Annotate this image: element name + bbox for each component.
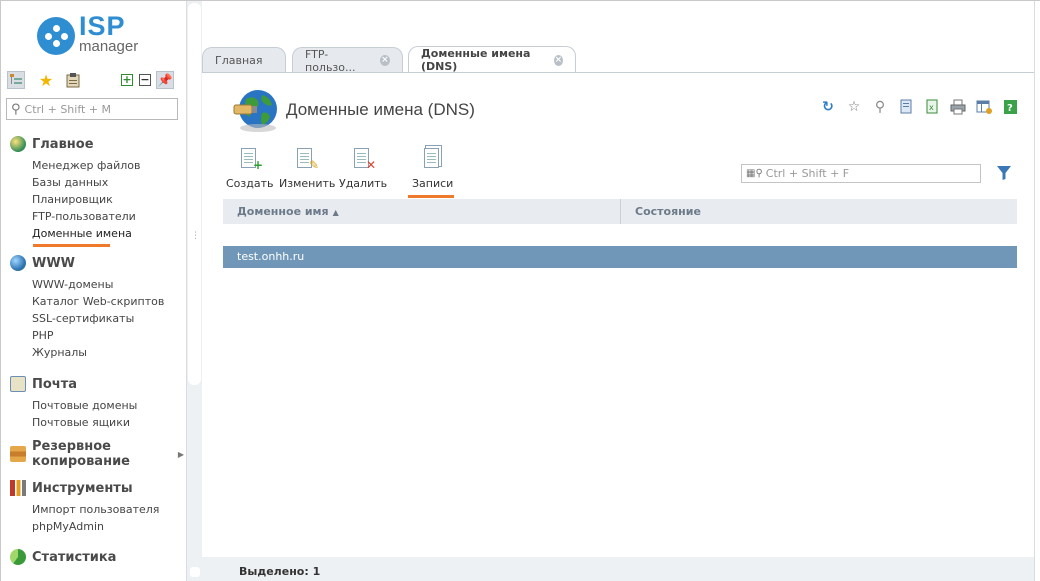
sidebar-item-php[interactable]: PHP [1, 327, 186, 344]
sidebar: ISP manager ★ + − 📌 ⚲ Главное [1, 1, 186, 581]
tab-ftp-users[interactable]: FTP-пользо... × [292, 47, 403, 74]
sidebar-menu: Главное Менеджер файлов Базы данных План… [1, 131, 186, 578]
filter-funnel-icon[interactable] [997, 165, 1011, 181]
svg-text:?: ? [1007, 103, 1013, 114]
create-button[interactable]: + Создать [226, 147, 274, 190]
delete-button[interactable]: ✕ Удалить [339, 147, 387, 190]
sidebar-item-phpmyadmin[interactable]: phpMyAdmin [1, 518, 186, 535]
close-icon[interactable]: × [379, 55, 390, 66]
domain-cell: test.onhh.ru [237, 250, 305, 263]
refresh-icon[interactable]: ↻ [820, 99, 836, 116]
tab-bar: Главная FTP-пользо... × Доменные имена (… [202, 46, 1035, 74]
tab-domain-names[interactable]: Доменные имена (DNS) × [408, 46, 576, 73]
menu-group-stats: Статистика [1, 544, 186, 570]
sidebar-item-domain-names[interactable]: Доменные имена [1, 225, 186, 247]
copy-icon[interactable] [898, 99, 914, 116]
page-toolbar: ↻ ☆ ⚲ x ? [820, 99, 1020, 117]
mail-icon [10, 376, 26, 392]
backup-icon [10, 446, 26, 462]
table-header: Доменное имя ▲ Состояние [223, 199, 1017, 224]
www-globe-icon [10, 255, 26, 271]
table-settings-icon[interactable] [976, 99, 992, 116]
page-title: Доменные имена (DNS) [286, 100, 475, 119]
search-icon: ⚲ [11, 101, 21, 117]
menu-group-tools: Инструменты Импорт пользователя phpMyAdm… [1, 475, 186, 535]
stats-icon [10, 549, 26, 565]
table-row[interactable]: test.onhh.ru [223, 246, 1017, 268]
main-content: Доменные имена (DNS) ↻ ☆ ⚲ x ? + Создать… [202, 73, 1034, 581]
menu-group-mail: Почта Почтовые домены Почтовые ящики [1, 371, 186, 431]
sidebar-search[interactable]: ⚲ [6, 98, 178, 120]
scrollbar-bottom[interactable] [190, 567, 200, 577]
menu-group-main: Главное Менеджер файлов Базы данных План… [1, 131, 186, 247]
sidebar-item-mailboxes[interactable]: Почтовые ящики [1, 414, 186, 431]
sidebar-item-file-manager[interactable]: Менеджер файлов [1, 157, 186, 174]
records-icon [421, 147, 443, 171]
sidebar-item-mail-domains[interactable]: Почтовые домены [1, 397, 186, 414]
sidebar-item-databases[interactable]: Базы данных [1, 174, 186, 191]
menu-group-title-backup[interactable]: Резервное копирование ▶ [1, 439, 186, 469]
tools-icon [10, 480, 26, 496]
menu-group-title-main[interactable]: Главное [1, 131, 186, 157]
help-icon[interactable]: ? [1002, 99, 1018, 116]
create-icon: + [238, 147, 263, 171]
excel-export-icon[interactable]: x [924, 99, 940, 116]
filter-search[interactable]: ▦⚲ [741, 164, 981, 183]
menu-group-backup: Резервное копирование ▶ [1, 439, 186, 469]
search-icon: ▦⚲ [746, 168, 763, 179]
edit-button[interactable]: ✎ Изменить [279, 147, 335, 190]
tree-view-icon[interactable] [7, 71, 25, 89]
collapse-all-icon[interactable]: − [136, 71, 154, 89]
tab-main[interactable]: Главная [202, 47, 286, 73]
splitter-grip-icon[interactable]: ⋮ [191, 231, 200, 241]
pin-icon[interactable]: ⚲ [872, 99, 888, 116]
pin-icon[interactable]: 📌 [156, 71, 174, 89]
dns-globe-icon [232, 87, 280, 135]
home-globe-icon [10, 136, 26, 152]
favorites-star-icon[interactable]: ★ [37, 71, 55, 90]
records-button[interactable]: Записи [408, 147, 454, 198]
sidebar-item-logs[interactable]: Журналы [1, 344, 186, 361]
column-header-domain[interactable]: Доменное имя ▲ [223, 199, 621, 224]
edit-icon: ✎ [294, 147, 319, 171]
close-icon[interactable]: × [553, 54, 563, 66]
clipboard-icon[interactable] [64, 71, 82, 89]
menu-group-title-www[interactable]: WWW [1, 250, 186, 276]
sidebar-search-input[interactable] [24, 102, 170, 116]
ispmanager-logo[interactable]: ISP manager [37, 11, 157, 59]
menu-group-title-stats[interactable]: Статистика [1, 544, 186, 570]
sidebar-item-scheduler[interactable]: Планировщик [1, 191, 186, 208]
logo-product: manager [79, 38, 139, 55]
delete-icon: ✕ [351, 147, 376, 171]
scrollbar-thumb[interactable] [188, 3, 201, 385]
favorite-star-icon[interactable]: ☆ [846, 99, 862, 116]
menu-group-www: WWW WWW-домены Каталог Web-скриптов SSL-… [1, 250, 186, 361]
status-bar: Выделено: 1 [202, 557, 1034, 581]
app-window: ISP manager ★ + − 📌 ⚲ Главное [0, 0, 1040, 581]
sidebar-item-ssl[interactable]: SSL-сертификаты [1, 310, 186, 327]
sidebar-item-ftp-users[interactable]: FTP-пользователи [1, 208, 186, 225]
sidebar-scrollbar[interactable]: ⋮ [186, 1, 202, 581]
window-right-edge [1034, 1, 1040, 581]
logo-icon [37, 17, 75, 55]
sidebar-item-import-user[interactable]: Импорт пользователя [1, 501, 186, 518]
column-header-status[interactable]: Состояние [621, 199, 1017, 224]
action-toolbar: + Создать ✎ Изменить ✕ Удалить Записи [226, 147, 466, 198]
expand-all-icon[interactable]: + [118, 71, 136, 89]
menu-group-title-mail[interactable]: Почта [1, 371, 186, 397]
svg-text:x: x [929, 103, 934, 112]
selected-count: Выделено: 1 [239, 565, 321, 578]
sidebar-item-web-scripts[interactable]: Каталог Web-скриптов [1, 293, 186, 310]
menu-group-title-tools[interactable]: Инструменты [1, 475, 186, 501]
print-icon[interactable] [950, 99, 966, 116]
filter-search-input[interactable] [765, 167, 971, 180]
sidebar-item-www-domains[interactable]: WWW-домены [1, 276, 186, 293]
sort-ascending-icon: ▲ [332, 208, 339, 217]
sidebar-toolbar: ★ + − 📌 [7, 71, 177, 91]
chevron-right-icon: ▶ [177, 449, 184, 459]
